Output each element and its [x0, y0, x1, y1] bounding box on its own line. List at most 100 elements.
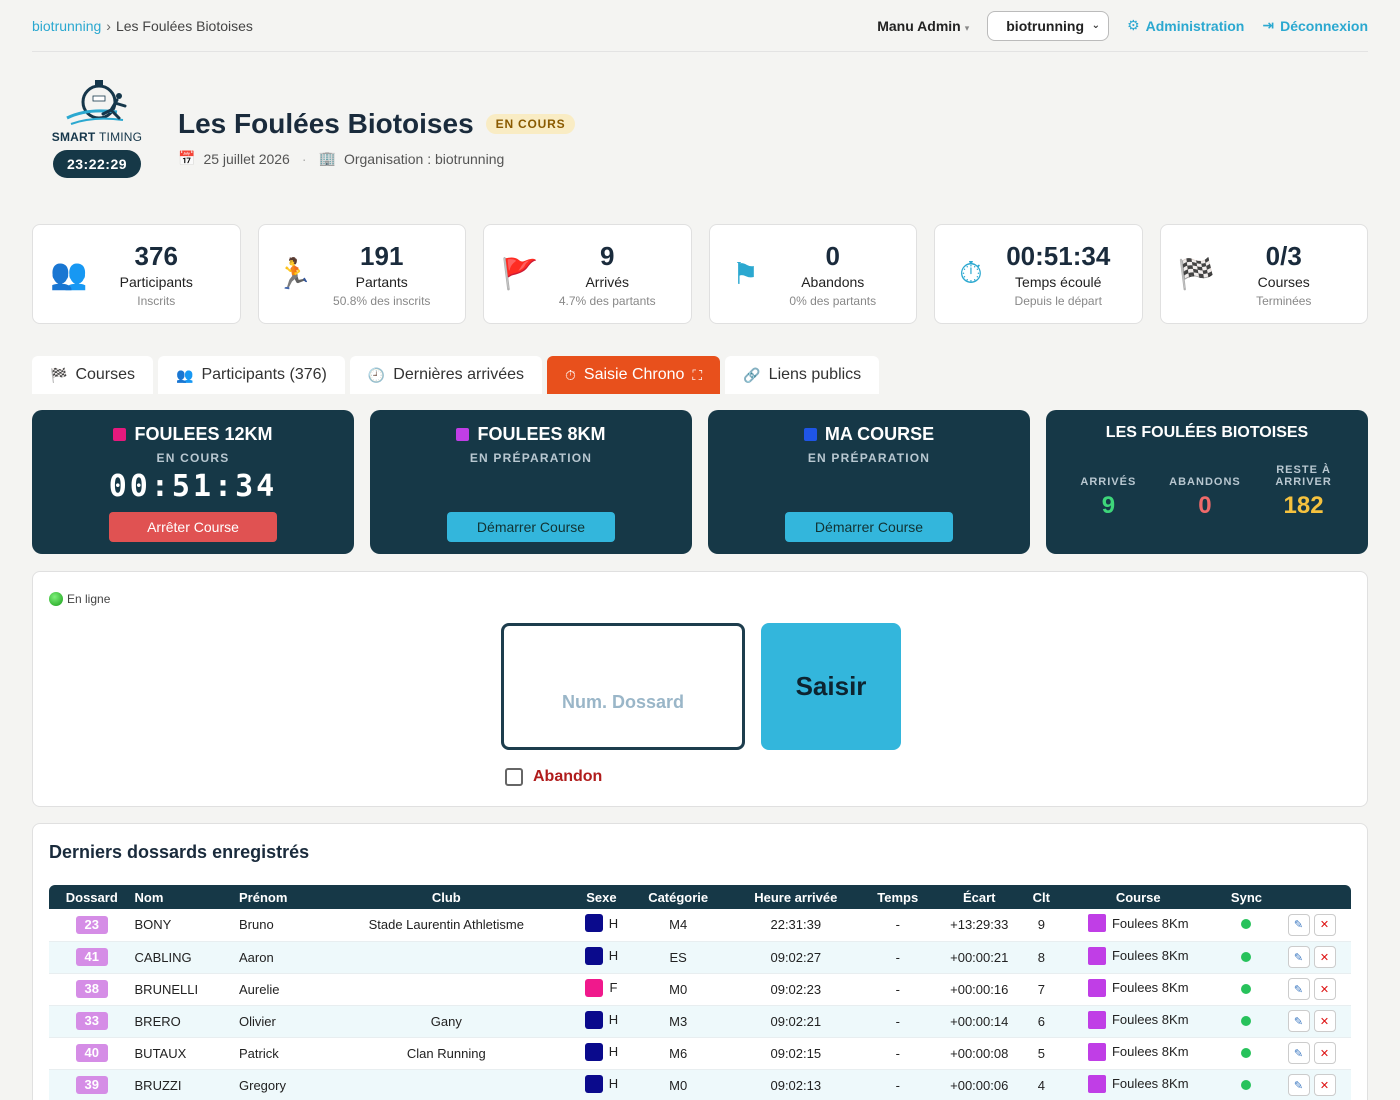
current-time-clock: 23:22:29 — [52, 150, 142, 178]
arrival-time-cell: 09:02:21 — [727, 1005, 865, 1038]
bib-badge: 23 — [75, 915, 108, 934]
gap-cell: +00:00:14 — [931, 1005, 1028, 1038]
abandon-toggle[interactable]: Abandon — [505, 768, 602, 786]
prenom-cell: Bruno — [239, 909, 319, 942]
organisation-select[interactable]: biotrunning ⌄ — [987, 10, 1110, 41]
table-row[interactable]: 23 BONY Bruno Stade Laurentin Athletisme H M4… — [49, 909, 1351, 942]
clock-icon: 🕘 — [367, 366, 386, 383]
table-row[interactable]: 33 BRERO Olivier Gany H M3 09:02:21- +00:00:14 6… — [49, 1005, 1351, 1038]
bib-number-input[interactable]: Num. Dossard — [501, 623, 745, 750]
edit-icon[interactable]: ✎ — [1287, 913, 1310, 936]
tab-label: Participants (376) — [201, 366, 327, 383]
delete-icon[interactable]: ✕ — [1313, 1074, 1336, 1096]
delete-icon[interactable]: ✕ — [1313, 978, 1336, 1000]
course-color-swatch — [1087, 914, 1106, 933]
column-header: Heure arrivée — [727, 885, 865, 909]
sexe-cell: F — [574, 973, 629, 1006]
stat-value: 9 — [600, 240, 615, 271]
edit-icon[interactable]: ✎ — [1287, 946, 1310, 968]
administration-link[interactable]: ⚙ Administration — [1127, 17, 1244, 34]
edit-icon[interactable]: ✎ — [1287, 1042, 1310, 1064]
time-cell: - — [864, 1005, 932, 1038]
bib-cell: 23 — [49, 909, 135, 942]
edit-icon[interactable]: ✎ — [1287, 1074, 1310, 1096]
table-row[interactable]: 41 CABLING Aaron H ES 09:02:27- +00:00:21 8 Foul… — [49, 941, 1351, 974]
prenom-cell: Olivier — [239, 1005, 319, 1038]
logout-link[interactable]: ⇥ Déconnexion — [1262, 17, 1368, 34]
sex-value: H — [608, 948, 619, 963]
course-cell: Foulees 8Km — [1055, 909, 1221, 942]
table-row[interactable]: 38 BRUNELLI Aurelie F M0 09:02:23- +00:00:16 7 F… — [49, 973, 1351, 1006]
start-race-button[interactable]: Démarrer Course — [785, 512, 953, 542]
sync-cell — [1220, 973, 1272, 1006]
arrival-time-cell: 09:02:23 — [727, 973, 865, 1006]
gap-cell: +00:00:21 — [931, 941, 1028, 974]
gap-cell: +00:00:08 — [931, 1037, 1028, 1070]
abandon-checkbox[interactable] — [505, 768, 523, 786]
race-timer: 00:51:34 — [108, 469, 278, 504]
sex-color-swatch — [584, 914, 603, 933]
column-header: Catégorie — [628, 885, 728, 909]
abandon-label: Abandon — [533, 768, 603, 785]
race-name: FOULEES 12KM — [134, 424, 273, 444]
table-row[interactable]: 40 BUTAUX Patrick Clan Running H M6 09:02:15- +… — [49, 1037, 1351, 1070]
start-race-button[interactable]: Démarrer Course — [447, 512, 615, 542]
stats-row: 👥 376 Participants Inscrits 🏃 191 Partants 5… — [32, 224, 1368, 324]
tab-saisie-chrono[interactable]: ⏱ Saisie Chrono ⛶ — [547, 356, 721, 394]
delete-icon[interactable]: ✕ — [1313, 946, 1336, 968]
stat-label: Participants — [119, 273, 193, 290]
breadcrumb-root-link[interactable]: biotrunning — [32, 18, 101, 34]
delete-icon[interactable]: ✕ — [1313, 1010, 1336, 1032]
remaining-count: 182 — [1283, 492, 1324, 519]
abandons-count: 0 — [1198, 492, 1212, 519]
building-icon: 🏢 — [318, 150, 336, 166]
sexe-cell: H — [574, 1069, 629, 1100]
column-header: Clt — [1027, 885, 1056, 909]
sex-color-swatch — [584, 1074, 603, 1093]
user-menu[interactable]: Manu Admin ▾ — [877, 18, 969, 34]
stopwatch-icon: ⏱ — [959, 257, 983, 290]
delete-icon[interactable]: ✕ — [1313, 913, 1336, 936]
arrival-time-cell: 09:02:13 — [727, 1069, 865, 1100]
course-cell: Foulees 8Km — [1055, 973, 1221, 1006]
sex-value: H — [608, 915, 619, 931]
sex-value: H — [608, 1076, 619, 1091]
edit-icon[interactable]: ✎ — [1287, 1010, 1310, 1032]
event-title: Les Foulées Biotoises — [178, 108, 474, 139]
table-row[interactable]: 39 BRUZZI Gregory H M0 09:02:13- +00:00:06 4 Fou… — [49, 1069, 1351, 1100]
sexe-cell: H — [574, 941, 629, 974]
club-cell — [318, 1069, 575, 1100]
sync-status-icon — [1241, 919, 1252, 930]
stat-value: 00:51:34 — [1006, 240, 1111, 271]
nom-cell: BRUNELLI — [134, 973, 240, 1006]
stop-race-button[interactable]: Arrêter Course — [109, 512, 277, 542]
stat-label: Partants — [355, 273, 408, 290]
tab-courses[interactable]: 🏁 Courses — [32, 356, 154, 394]
sex-color-swatch — [584, 1042, 603, 1061]
prenom-cell: Gregory — [239, 1069, 319, 1100]
bib-entry-panel: En ligne Num. Dossard Saisir Abandon — [32, 571, 1368, 807]
course-cell: Foulees 8Km — [1055, 1005, 1221, 1038]
fullscreen-icon[interactable]: ⛶ — [692, 367, 702, 384]
online-indicator-icon — [49, 592, 63, 606]
stat-abandons: ⚑ 0 Abandons 0% des partants — [708, 224, 917, 324]
edit-icon[interactable]: ✎ — [1287, 978, 1310, 1000]
delete-icon[interactable]: ✕ — [1313, 1042, 1336, 1064]
course-color-swatch — [1087, 1074, 1106, 1093]
red-flag-icon: 🚩 — [501, 257, 539, 291]
column-header: Écart — [931, 885, 1028, 909]
abandons-label: ABANDONS — [1169, 476, 1241, 488]
category-cell: M3 — [628, 1005, 728, 1038]
column-header: Temps — [864, 885, 932, 909]
tab-participants[interactable]: 👥 Participants (376) — [158, 356, 345, 394]
club-cell: Gany — [318, 1005, 575, 1038]
submit-bib-button[interactable]: Saisir — [761, 623, 901, 750]
runner-icon: 🏃 — [275, 257, 314, 291]
tab-public-links[interactable]: 🔗 Liens publics — [725, 356, 880, 394]
race-card-foulees-8km: FOULEES 8KM EN PRÉPARATION Démarrer Cour… — [370, 410, 692, 554]
top-bar: biotrunning › Les Foulées Biotoises Manu A… — [32, 0, 1368, 52]
category-cell: M0 — [628, 973, 728, 1006]
sync-cell — [1220, 941, 1272, 974]
column-header: Sync — [1220, 885, 1272, 909]
tab-last-arrivals[interactable]: 🕘 Dernières arrivées — [349, 356, 542, 394]
